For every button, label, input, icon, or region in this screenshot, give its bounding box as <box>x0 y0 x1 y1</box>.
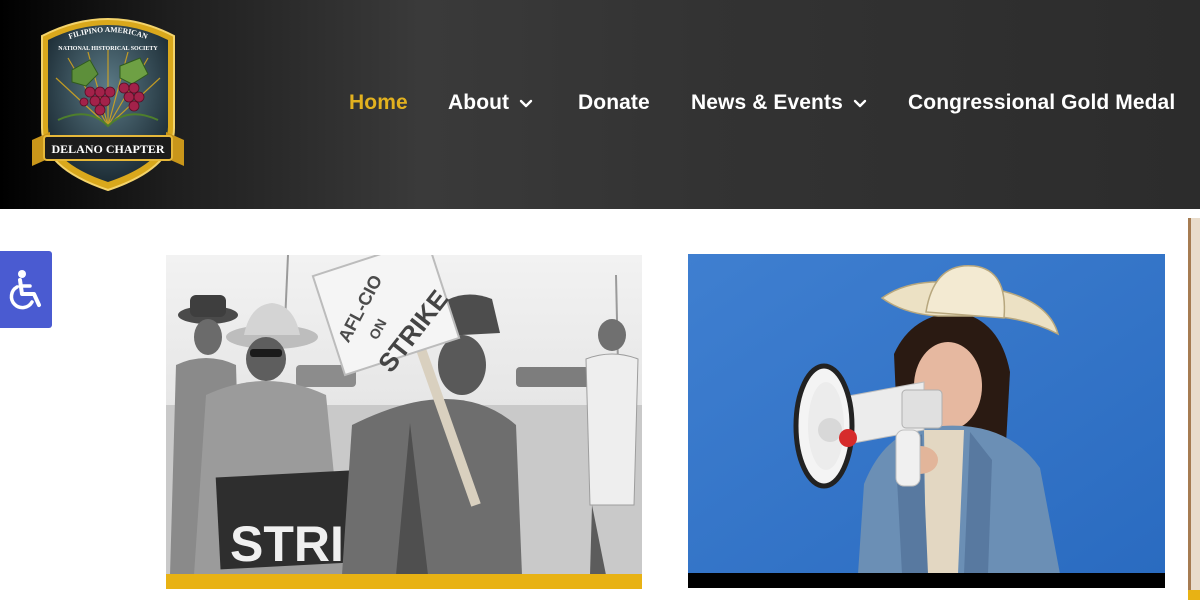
chevron-down-icon <box>853 99 867 107</box>
nav-item-congressional-gold-medal[interactable]: Congressional Gold Medal <box>908 84 1175 122</box>
nav-item-about[interactable]: About <box>448 84 578 122</box>
card-3-accent-bar <box>1188 590 1200 600</box>
accessibility-button[interactable] <box>0 251 52 328</box>
logo-banner-text: DELANO CHAPTER <box>51 142 164 156</box>
card-megaphone-photo[interactable] <box>688 254 1165 574</box>
nav-item-news-events-label: News & Events <box>691 91 843 114</box>
logo-arc-line2: NATIONAL HISTORICAL SOCIETY <box>58 46 158 52</box>
wheelchair-icon <box>9 269 41 309</box>
nav-item-donate[interactable]: Donate <box>578 84 691 122</box>
card-3-partial[interactable] <box>1188 218 1200 600</box>
nav-item-home[interactable]: Home <box>349 84 448 122</box>
main-navigation: Home About Donate News & Events Congress… <box>349 84 1175 122</box>
site-header: FILIPINO AMERICAN NATIONAL HISTORICAL SO… <box>0 0 1200 209</box>
nav-item-home-label: Home <box>349 91 408 114</box>
site-logo[interactable]: FILIPINO AMERICAN NATIONAL HISTORICAL SO… <box>28 8 188 196</box>
nav-item-donate-label: Donate <box>578 91 650 114</box>
nav-item-news-events[interactable]: News & Events <box>691 84 908 122</box>
card-strike-photo[interactable]: STRIK AFL-CIO ON STRIKE <box>166 255 642 575</box>
nav-item-congressional-gold-medal-label: Congressional Gold Medal <box>908 91 1176 114</box>
nav-item-about-label: About <box>448 91 510 114</box>
strike-photo-image: STRIK AFL-CIO ON STRIKE <box>166 255 642 575</box>
card-2-accent-bar <box>688 573 1165 588</box>
card-1-accent-bar <box>166 574 642 589</box>
megaphone-photo-image <box>688 254 1165 574</box>
chevron-down-icon <box>519 99 533 107</box>
